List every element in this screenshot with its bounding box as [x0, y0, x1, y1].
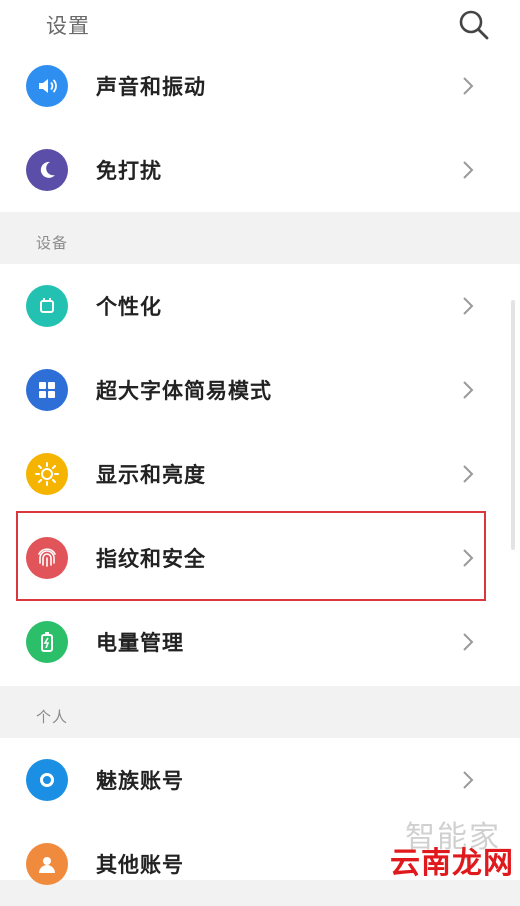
moon-icon — [26, 149, 68, 191]
theme-icon — [26, 285, 68, 327]
settings-row-large-font-mode[interactable]: 超大字体简易模式 — [0, 348, 520, 432]
search-button[interactable] — [456, 6, 492, 42]
row-label: 指纹和安全 — [96, 547, 206, 571]
search-icon — [459, 10, 489, 40]
settings-group-sound: 声音和振动 免打扰 — [0, 44, 520, 212]
row-label: 其他账号 — [96, 853, 184, 877]
row-label: 个性化 — [96, 295, 162, 319]
chevron-right-icon — [463, 633, 474, 651]
settings-row-personalization[interactable]: 个性化 — [0, 264, 520, 348]
row-label: 声音和振动 — [96, 75, 206, 99]
battery-icon — [26, 621, 68, 663]
chevron-right-icon — [463, 771, 474, 789]
scrollbar[interactable] — [511, 300, 515, 550]
row-label: 电量管理 — [96, 631, 184, 655]
settings-row-sound-vibration[interactable]: 声音和振动 — [0, 44, 520, 128]
meizu-account-icon — [26, 759, 68, 801]
section-header-personal: 个人 — [36, 708, 69, 726]
settings-row-fingerprint-security[interactable]: 指纹和安全 — [0, 516, 520, 600]
fingerprint-icon — [26, 537, 68, 579]
settings-row-display-brightness[interactable]: 显示和亮度 — [0, 432, 520, 516]
page-title: 设置 — [46, 14, 90, 38]
chevron-right-icon — [463, 161, 474, 179]
row-label: 魅族账号 — [96, 769, 184, 793]
chevron-right-icon — [463, 465, 474, 483]
chevron-right-icon — [463, 549, 474, 567]
chevron-right-icon — [463, 381, 474, 399]
chevron-right-icon — [463, 297, 474, 315]
settings-row-battery-management[interactable]: 电量管理 — [0, 600, 520, 684]
grid-icon — [26, 369, 68, 411]
row-label: 免打扰 — [96, 159, 162, 183]
watermark-text-bottom: 云南龙网 — [390, 846, 514, 881]
section-header-device: 设备 — [36, 234, 69, 252]
person-icon — [26, 843, 68, 885]
settings-row-do-not-disturb[interactable]: 免打扰 — [0, 128, 520, 212]
row-label: 超大字体简易模式 — [96, 379, 272, 403]
settings-group-device: 个性化 超大字体简易模式 显示和亮度 指纹和安全 电量管理 — [0, 264, 520, 686]
speaker-icon — [26, 65, 68, 107]
settings-row-meizu-account[interactable]: 魅族账号 — [0, 738, 520, 822]
sun-icon — [26, 453, 68, 495]
row-label: 显示和亮度 — [96, 463, 206, 487]
chevron-right-icon — [463, 77, 474, 95]
